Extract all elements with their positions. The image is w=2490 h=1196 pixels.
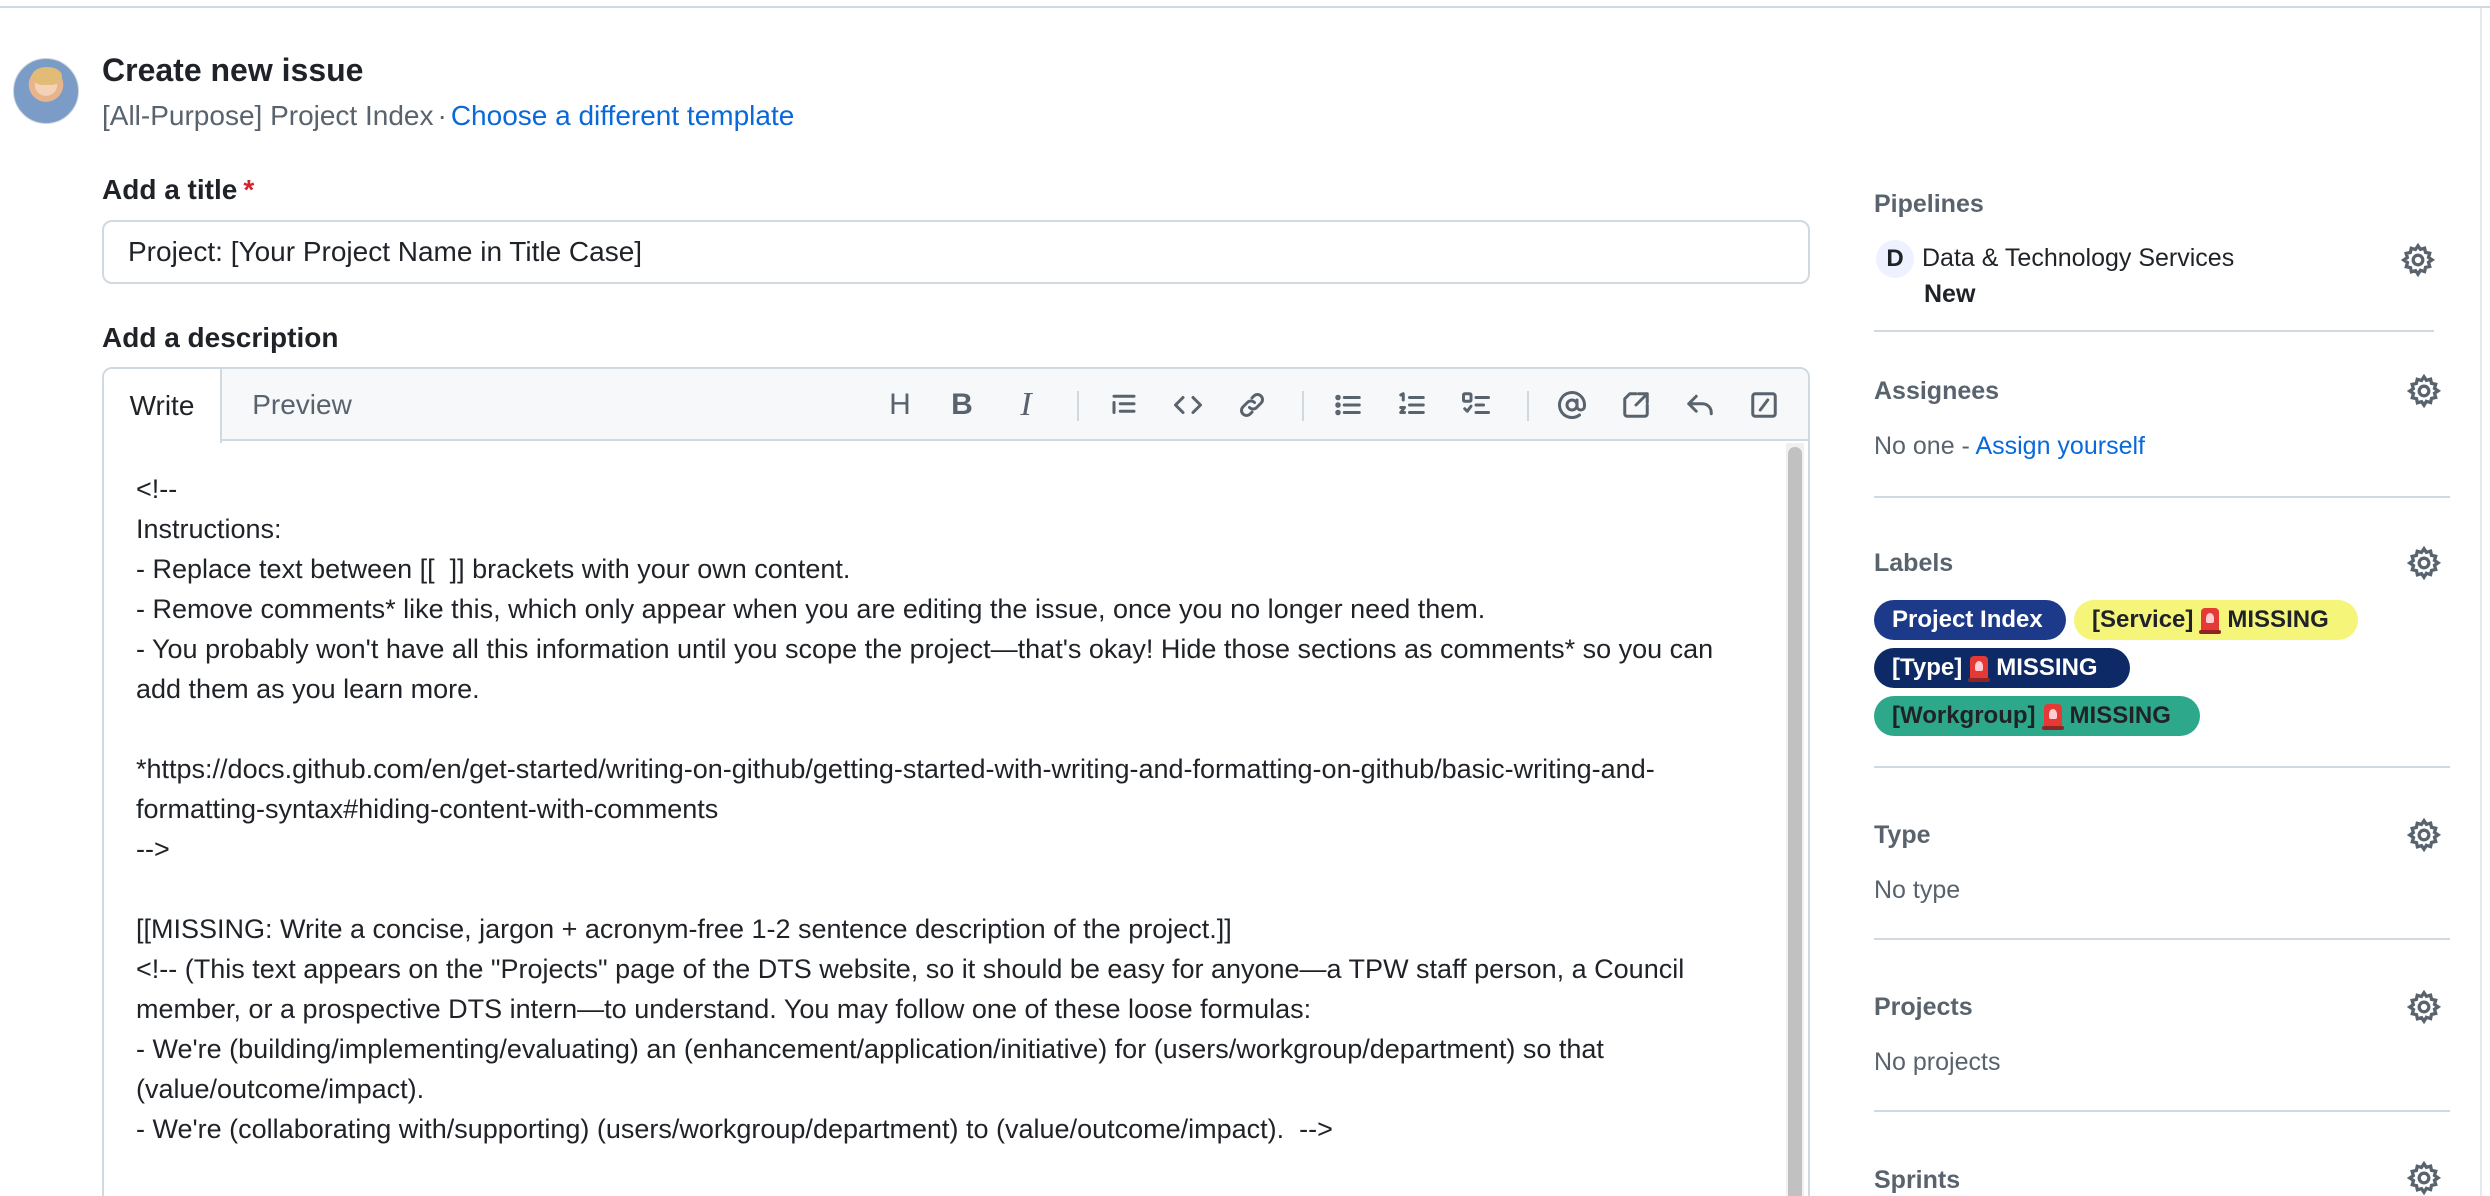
italic-icon[interactable]: I — [1004, 383, 1048, 427]
bulleted-list-icon[interactable] — [1326, 383, 1370, 427]
italic-glyph: I — [1020, 386, 1032, 423]
siren-icon — [2199, 608, 2222, 634]
right-border — [2480, 8, 2482, 1196]
labels-gear-icon[interactable] — [2406, 545, 2442, 581]
label-type-missing[interactable]: [Type] MISSING — [1874, 648, 2130, 688]
heading-icon[interactable]: H — [878, 383, 922, 427]
sprints-gear-icon[interactable] — [2406, 1160, 2442, 1196]
avatar[interactable] — [13, 58, 79, 124]
template-line: [All-Purpose] Project Index · Choose a dif… — [102, 100, 794, 132]
projects-heading: Projects — [1874, 993, 1973, 1021]
label-service-missing[interactable]: [Service] MISSING — [2074, 600, 2358, 640]
title-input[interactable] — [102, 220, 1810, 284]
sprints-heading: Sprints — [1874, 1166, 1961, 1194]
bold-icon[interactable]: B — [940, 383, 984, 427]
reply-icon[interactable] — [1678, 383, 1722, 427]
tab-preview[interactable]: Preview — [224, 369, 380, 441]
editor-scrollbar-thumb[interactable] — [1788, 447, 1802, 1196]
description-label: Add a description — [102, 322, 339, 353]
type-value: No type — [1874, 876, 1961, 904]
workspace-avatar: D — [1876, 240, 1914, 278]
sidebar-divider — [1874, 1110, 2450, 1112]
label-missing-text: MISSING — [1996, 654, 2098, 681]
label-missing-text: MISSING — [2069, 702, 2171, 729]
heading-glyph: H — [889, 388, 911, 421]
editor-toolbar: Write Preview H B I — [104, 369, 1808, 443]
slash-command-icon[interactable] — [1742, 383, 1786, 427]
pipelines-gear-icon[interactable] — [2400, 242, 2436, 278]
toolbar-divider — [1527, 391, 1529, 421]
label-missing-text: MISSING — [2227, 606, 2329, 633]
numbered-list-icon[interactable] — [1390, 383, 1434, 427]
sidebar-divider — [1874, 938, 2450, 940]
label-project-index[interactable]: Project Index — [1874, 600, 2066, 640]
bold-glyph: B — [951, 388, 973, 421]
link-icon[interactable] — [1230, 383, 1274, 427]
sidebar-divider — [1874, 330, 2434, 332]
labels-heading: Labels — [1874, 549, 1954, 577]
label-text: Project Index — [1892, 606, 2043, 633]
reference-icon[interactable] — [1614, 383, 1658, 427]
title-label-text: Add a title — [102, 174, 238, 205]
assignees-value: No one - Assign yourself — [1874, 432, 2145, 461]
assign-yourself-link[interactable]: Assign yourself — [1975, 432, 2145, 460]
toolbar-divider — [1302, 391, 1304, 421]
label-text: [Service] — [2092, 606, 2194, 633]
separator: · — [437, 100, 447, 131]
sidebar-divider — [1874, 766, 2450, 768]
markdown-editor: Write Preview H B I <!-- Instructions: -… — [102, 367, 1810, 1196]
pipeline-stage: New — [1924, 280, 1976, 308]
code-icon[interactable] — [1166, 383, 1210, 427]
siren-icon — [2041, 704, 2064, 730]
type-gear-icon[interactable] — [2406, 817, 2442, 853]
workspace-name: Data & Technology Services — [1922, 244, 2235, 272]
required-mark: * — [243, 174, 255, 205]
no-assignee-text: No one - — [1874, 432, 1976, 460]
quote-icon[interactable] — [1102, 383, 1146, 427]
assignees-heading: Assignees — [1874, 377, 2000, 405]
assignees-gear-icon[interactable] — [2406, 373, 2442, 409]
top-border — [0, 0, 2490, 8]
label-workgroup-missing[interactable]: [Workgroup] MISSING — [1874, 696, 2200, 736]
siren-icon — [1968, 656, 1991, 682]
sidebar-divider — [1874, 496, 2450, 498]
task-list-icon[interactable] — [1454, 383, 1498, 427]
choose-template-link[interactable]: Choose a different template — [451, 100, 794, 131]
title-label: Add a title * — [102, 174, 254, 206]
description-textarea[interactable]: <!-- Instructions: - Replace text betwee… — [136, 469, 1756, 1196]
projects-gear-icon[interactable] — [2406, 989, 2442, 1025]
projects-value: No projects — [1874, 1048, 2001, 1076]
mention-icon[interactable] — [1550, 383, 1594, 427]
label-text: [Type] — [1892, 654, 1963, 681]
type-heading: Type — [1874, 821, 1931, 849]
template-name: [All-Purpose] Project Index — [102, 100, 434, 131]
page-title: Create new issue — [102, 52, 364, 88]
tab-write[interactable]: Write — [104, 369, 222, 443]
label-text: [Workgroup] — [1892, 702, 2036, 729]
toolbar-divider — [1077, 391, 1079, 421]
pipelines-heading: Pipelines — [1874, 190, 1984, 218]
